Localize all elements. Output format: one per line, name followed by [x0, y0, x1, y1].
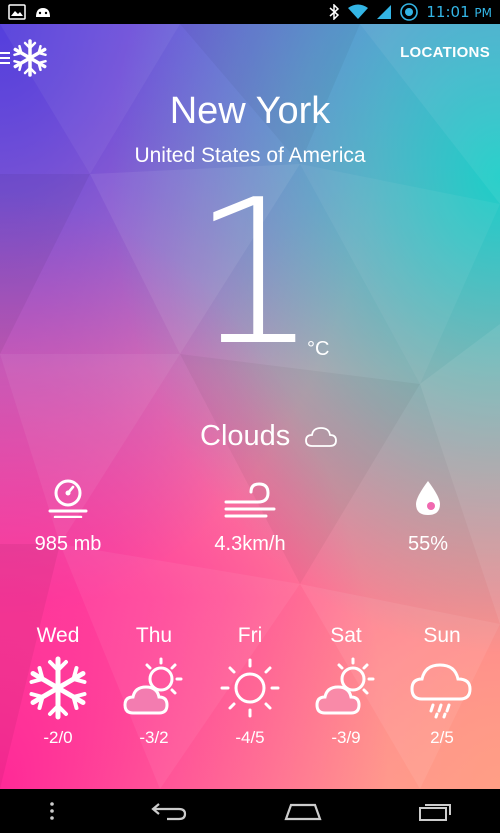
forecast-day-name: Sat: [330, 624, 362, 647]
image-notification-icon: [8, 4, 26, 20]
forecast-day-name: Wed: [36, 624, 80, 647]
android-icon: [36, 8, 50, 17]
bluetooth-icon: [329, 4, 340, 20]
signal-icon: [377, 5, 392, 19]
partly-cloudy-icon: [123, 657, 183, 715]
current-condition: Clouds: [200, 420, 338, 453]
wind-stat: 4.3km/h: [190, 478, 310, 556]
locations-button[interactable]: LOCATIONS: [400, 44, 490, 61]
condition-label: Clouds: [200, 420, 291, 452]
battery-icon: [400, 3, 419, 21]
forecast-day-name: Thu: [135, 624, 173, 647]
menu-icon: [0, 52, 10, 64]
humidity-stat: 55%: [368, 478, 488, 556]
weather-screen: LOCATIONS New York United States of Amer…: [0, 24, 500, 789]
forecast-range: 2/5: [430, 728, 454, 747]
pressure-value: 985 mb: [34, 533, 102, 555]
pressure-gauge-icon: [48, 479, 88, 519]
water-drop-icon: [416, 481, 440, 515]
status-time: 11:01 PM: [426, 3, 492, 21]
forecast-range: -2/0: [43, 728, 73, 747]
back-icon[interactable]: [151, 800, 187, 822]
wind-value: 4.3km/h: [214, 533, 286, 555]
temperature-unit: °C: [307, 338, 330, 360]
forecast-range: -3/9: [331, 728, 361, 747]
status-bar: 11:01 PM: [0, 0, 500, 24]
navigation-bar: [0, 789, 500, 833]
menu-button[interactable]: [0, 38, 52, 78]
home-icon[interactable]: [283, 801, 323, 821]
forecast-day[interactable]: Sat -3/9: [298, 624, 394, 748]
forecast-list: Wed -2/0 Thu -3/2 Fri -4/5 Sat -3/9 Sun …: [10, 624, 490, 748]
sun-icon: [220, 658, 280, 718]
forecast-day-name: Fri: [237, 624, 263, 647]
overflow-menu-icon[interactable]: [48, 801, 56, 821]
snowflake-icon: [29, 656, 87, 720]
current-temperature: 1: [191, 157, 318, 390]
wind-icon: [224, 482, 276, 518]
forecast-range: -4/5: [235, 728, 265, 747]
city-name: New York: [169, 90, 331, 132]
humidity-value: 55%: [407, 533, 449, 555]
forecast-day[interactable]: Thu -3/2: [106, 624, 202, 748]
rain-cloud-icon: [410, 663, 472, 719]
forecast-day-name: Sun: [423, 624, 461, 647]
forecast-day[interactable]: Fri -4/5: [202, 624, 298, 748]
forecast-day[interactable]: Wed -2/0: [10, 624, 106, 748]
pressure-stat: 985 mb: [8, 478, 128, 556]
wifi-icon: [348, 4, 369, 19]
recent-apps-icon[interactable]: [418, 800, 452, 822]
cloud-icon: [305, 426, 338, 447]
partly-cloudy-icon: [315, 657, 375, 715]
forecast-range: -3/2: [139, 728, 169, 747]
app-snowflake-icon: [13, 39, 47, 77]
forecast-day[interactable]: Sun 2/5: [394, 624, 490, 748]
